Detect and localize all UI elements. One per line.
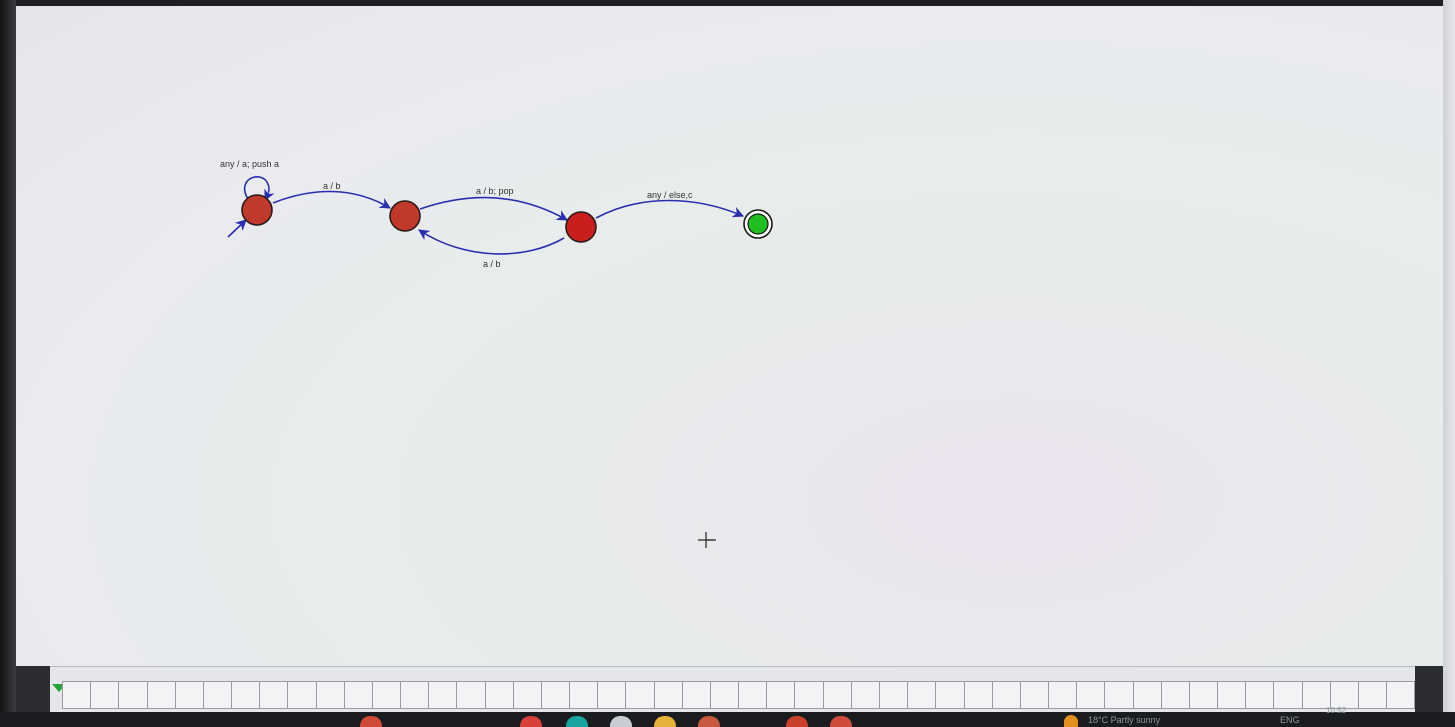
- start-arrow: [227, 219, 247, 238]
- tape-cell: [1077, 681, 1106, 709]
- transition-q2-q3[interactable]: [595, 199, 745, 219]
- tape-cell: [344, 681, 373, 709]
- tape-cell: [175, 681, 204, 709]
- tape-cell: [908, 681, 937, 709]
- tape-cell: [457, 681, 486, 709]
- tape-cell: [1020, 681, 1050, 709]
- automaton-canvas-area[interactable]: any / a; push a a / b a / b; pop a / b a…: [16, 6, 1443, 666]
- weather-icon[interactable]: [1064, 715, 1078, 727]
- taskbar-app-icon[interactable]: [566, 716, 588, 727]
- tape-cell: [936, 681, 965, 709]
- tape-cell: [260, 681, 289, 709]
- monitor-bezel-left: [0, 0, 16, 727]
- tape-cell: [316, 681, 345, 709]
- transition-q0-q1[interactable]: [272, 190, 391, 209]
- label-q0-q0: any / a; push a: [220, 159, 279, 169]
- tape-cell: [1049, 681, 1078, 709]
- tape-cell: [1189, 681, 1219, 709]
- folder-icon[interactable]: [654, 716, 676, 727]
- tape-cell: [1105, 681, 1134, 709]
- state-q0[interactable]: [241, 194, 273, 226]
- tape-cell: [429, 681, 458, 709]
- tape-cell: [1387, 681, 1416, 709]
- label-q0-q1: a / b: [323, 181, 341, 191]
- tape-cell: [767, 681, 796, 709]
- tape-cell: [626, 681, 655, 709]
- tape-cell: [232, 681, 261, 709]
- tape-cell: [879, 681, 909, 709]
- language-indicator[interactable]: ENG: [1280, 715, 1300, 725]
- tape-strip: [50, 666, 1416, 713]
- label-q2-q1: a / b: [483, 259, 501, 269]
- tape-cell: [682, 681, 711, 709]
- tape-cell: [288, 681, 317, 709]
- tape-cell: [147, 681, 176, 709]
- tape-cell: [570, 681, 599, 709]
- tape-cell: [203, 681, 233, 709]
- label-q1-q2: a / b; pop: [476, 186, 514, 196]
- tape-cell: [1246, 681, 1275, 709]
- tape-cell: [739, 681, 768, 709]
- transition-q2-q1[interactable]: [418, 229, 565, 255]
- tape-cell: [964, 681, 993, 709]
- tape-cell: [1161, 681, 1190, 709]
- tape-cell: [992, 681, 1021, 709]
- monitor-bezel-right: [1443, 0, 1455, 727]
- tape-cell: [1218, 681, 1247, 709]
- state-q1[interactable]: [389, 200, 421, 232]
- tape-cell: [598, 681, 627, 709]
- tape-cell: [485, 681, 514, 709]
- automaton-diagram[interactable]: any / a; push a a / b a / b; pop a / b a…: [16, 6, 1443, 666]
- taskbar-app-icon[interactable]: [360, 716, 382, 727]
- taskbar-app-icon[interactable]: [610, 716, 632, 727]
- state-q3-accept[interactable]: [743, 209, 773, 239]
- tape-cells: [62, 681, 1416, 709]
- tape-cell: [513, 681, 542, 709]
- tape-cell: [795, 681, 824, 709]
- tape-cell: [541, 681, 571, 709]
- tape-cell: [710, 681, 740, 709]
- tape-cell: [1330, 681, 1359, 709]
- tape-cell: [119, 681, 148, 709]
- chrome-icon[interactable]: [786, 716, 808, 727]
- state-q2[interactable]: [565, 211, 597, 243]
- label-q2-q3: any / else,c: [647, 190, 693, 200]
- tape-cell: [372, 681, 402, 709]
- tape-cell: [1358, 681, 1388, 709]
- tape-cell: [91, 681, 120, 709]
- tape-cell: [1302, 681, 1331, 709]
- transition-q1-q2[interactable]: [419, 196, 568, 221]
- tape-cell: [1274, 681, 1303, 709]
- tape-cell: [1133, 681, 1162, 709]
- weather-text[interactable]: 18°C Partly sunny: [1088, 715, 1160, 725]
- taskbar: 18°C Partly sunny ENG 10:52: [0, 706, 1455, 727]
- tape-cell: [823, 681, 852, 709]
- tape-cell: [62, 681, 92, 709]
- tape-cell: [851, 681, 880, 709]
- tape-cell: [401, 681, 430, 709]
- tape-cell: [654, 681, 683, 709]
- taskbar-app-icon[interactable]: [698, 716, 720, 727]
- crosshair-cursor-icon: [698, 532, 716, 548]
- taskbar-app-icon[interactable]: [830, 716, 852, 727]
- taskbar-app-icon[interactable]: [520, 716, 542, 727]
- clock[interactable]: 10:52: [1326, 706, 1346, 715]
